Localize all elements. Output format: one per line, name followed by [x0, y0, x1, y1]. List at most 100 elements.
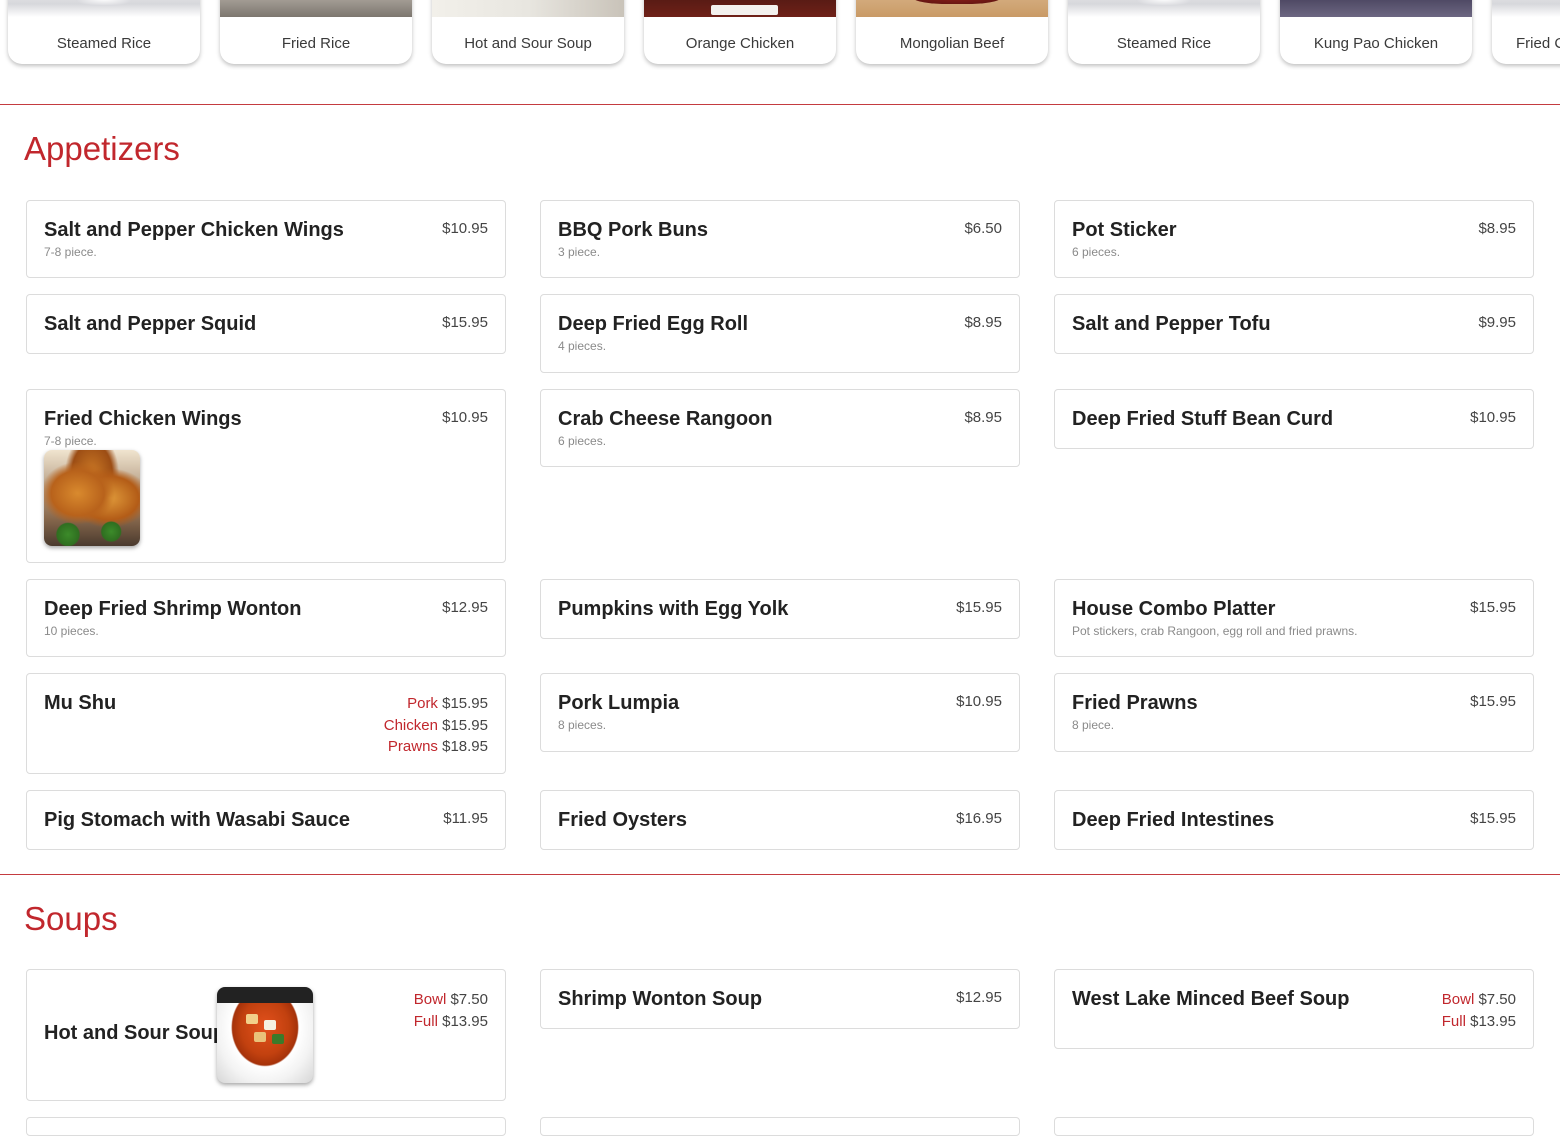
carousel-item-label: Steamed Rice — [1116, 35, 1212, 52]
price-option[interactable]: Prawns $18.95 — [384, 736, 488, 758]
menu-item[interactable]: BBQ Pork Buns 3 piece. $6.50 — [540, 200, 1020, 278]
menu-item[interactable]: Deep Fried Shrimp Wonton 10 pieces. $12.… — [26, 579, 506, 657]
item-price: $15.95 — [1470, 693, 1516, 710]
menu-item[interactable]: Mu Shu Pork $15.95 Chicken $15.95 Prawns… — [26, 673, 506, 774]
option-label: Prawns — [387, 738, 438, 755]
item-name: Salt and Pepper Squid — [44, 313, 257, 335]
carousel-item-label: Fried Rice — [281, 35, 351, 52]
menu-item[interactable]: House Combo Platter Pot stickers, crab R… — [1054, 579, 1534, 657]
menu-item[interactable]: Pig Stomach with Wasabi Sauce $11.95 — [26, 790, 506, 850]
option-price: $7.50 — [1478, 991, 1516, 1008]
menu-item[interactable]: Pot Sticker 6 pieces. $8.95 — [1054, 200, 1534, 278]
option-price: $18.95 — [442, 738, 488, 755]
menu-item[interactable]: Deep Fried Stuff Bean Curd $10.95 — [1054, 389, 1534, 449]
item-name: Hot and Sour Soup — [44, 1022, 226, 1044]
price-option[interactable]: Pork $15.95 — [384, 693, 488, 715]
price-option[interactable]: Chicken $15.95 — [384, 715, 488, 737]
item-price: $10.95 — [442, 220, 488, 237]
item-price: $10.95 — [442, 409, 488, 426]
price-option[interactable]: Full $13.95 — [1442, 1011, 1516, 1033]
item-name: Deep Fried Intestines — [1072, 809, 1275, 831]
item-price-options: Pork $15.95 Chicken $15.95 Prawns $18.95 — [384, 693, 488, 758]
item-price: $8.95 — [1478, 220, 1516, 237]
price-option[interactable]: Bowl $7.50 — [1442, 989, 1516, 1011]
option-price: $15.95 — [442, 716, 488, 734]
fried-chicken-wings-photo[interactable] — [44, 450, 140, 546]
dish-thumbnail — [8, 0, 200, 17]
item-price: $15.95 — [442, 314, 488, 331]
price-option[interactable]: Bowl $7.50 — [414, 989, 488, 1011]
carousel-item[interactable]: Orange Chicken — [644, 0, 836, 64]
item-description: 3 piece. — [558, 245, 601, 259]
menu-item[interactable]: Fried Prawns 8 piece. $15.95 — [1054, 673, 1534, 752]
item-name: Salt and Pepper Chicken Wings — [44, 219, 344, 241]
item-price: $15.95 — [1470, 810, 1516, 827]
menu-item[interactable]: Deep Fried Egg Roll 4 pieces. $8.95 — [540, 294, 1020, 373]
section-title-appetizers: Appetizers — [24, 130, 180, 167]
menu-item[interactable]: Fried Chicken Wings 7-8 piece. $10.95 — [26, 389, 506, 563]
item-price: $12.95 — [442, 599, 488, 616]
item-price: $10.95 — [1470, 409, 1516, 426]
item-name: Deep Fried Stuff Bean Curd — [1072, 408, 1334, 430]
dish-thumbnail — [220, 0, 412, 17]
item-description: 10 pieces. — [44, 624, 99, 638]
menu-item[interactable] — [26, 1117, 506, 1136]
item-description: 7-8 piece. — [44, 245, 97, 259]
option-label: Chicken — [383, 716, 438, 734]
item-name: Fried Oysters — [558, 809, 687, 831]
carousel-item[interactable]: Hot and Sour Soup — [432, 0, 624, 64]
menu-item[interactable]: Salt and Pepper Tofu $9.95 — [1054, 294, 1534, 354]
menu-item[interactable]: Salt and Pepper Chicken Wings 7-8 piece.… — [26, 200, 506, 278]
option-price: $13.95 — [1470, 1012, 1516, 1030]
carousel-item[interactable]: Steamed Rice — [8, 0, 200, 64]
item-price: $11.95 — [443, 810, 488, 827]
carousel-item[interactable]: Mongolian Beef — [856, 0, 1048, 64]
item-price: $12.95 — [956, 989, 1002, 1006]
menu-item[interactable] — [1054, 1117, 1534, 1136]
item-name: Pork Lumpia — [558, 692, 680, 714]
carousel-item[interactable]: Steamed Rice — [1068, 0, 1260, 64]
price-option[interactable]: Full $13.95 — [414, 1011, 488, 1033]
item-price: $8.95 — [964, 314, 1002, 331]
menu-item[interactable]: Crab Cheese Rangoon 6 pieces. $8.95 — [540, 389, 1020, 467]
section-divider — [0, 874, 1560, 875]
item-price-options: Bowl $7.50 Full $13.95 — [414, 989, 488, 1032]
item-description: 7-8 piece. — [44, 434, 97, 448]
option-label: Pork — [407, 695, 438, 712]
menu-item[interactable]: West Lake Minced Beef Soup Bowl $7.50 Fu… — [1054, 969, 1534, 1049]
menu-item[interactable]: Deep Fried Intestines $15.95 — [1054, 790, 1534, 850]
item-name: Fried Prawns — [1072, 692, 1198, 714]
menu-item[interactable]: Pumpkins with Egg Yolk $15.95 — [540, 579, 1020, 639]
carousel-item-label: Mongolian Beef — [899, 35, 1005, 52]
item-price: $10.95 — [956, 693, 1002, 710]
item-description: 8 pieces. — [558, 718, 607, 732]
carousel-item-label: Hot and Sour Soup — [464, 35, 592, 52]
item-price: $8.95 — [964, 409, 1002, 426]
item-name: Pot Sticker — [1072, 219, 1177, 241]
item-description: 6 pieces. — [558, 434, 607, 448]
menu-item[interactable]: Fried Oysters $16.95 — [540, 790, 1020, 850]
menu-item[interactable]: Shrimp Wonton Soup $12.95 — [540, 969, 1020, 1029]
item-name: Deep Fried Shrimp Wonton — [44, 598, 302, 620]
item-price: $9.95 — [1478, 314, 1516, 331]
option-label: Full — [1441, 1012, 1466, 1030]
menu-item[interactable] — [540, 1117, 1020, 1136]
menu-item[interactable]: Pork Lumpia 8 pieces. $10.95 — [540, 673, 1020, 752]
menu-item[interactable]: Salt and Pepper Squid $15.95 — [26, 294, 506, 354]
item-name: Salt and Pepper Tofu — [1072, 313, 1271, 335]
carousel-item[interactable]: Fried C — [1492, 0, 1560, 64]
section-divider — [0, 104, 1560, 105]
option-label: Bowl — [1441, 991, 1475, 1008]
carousel-item[interactable]: Fried Rice — [220, 0, 412, 64]
item-description: 6 pieces. — [1072, 245, 1121, 259]
carousel-item-label: Kung Pao Chicken — [1313, 35, 1439, 52]
carousel-item[interactable]: Kung Pao Chicken — [1280, 0, 1472, 64]
item-price: $15.95 — [956, 599, 1002, 616]
item-description: 8 piece. — [1072, 718, 1115, 732]
item-name: Pumpkins with Egg Yolk — [558, 598, 789, 620]
dish-thumbnail — [644, 0, 836, 17]
menu-item[interactable]: Hot and Sour Soup Bowl $7.50 Full $13.95 — [26, 969, 506, 1101]
item-name: Fried Chicken Wings — [44, 408, 242, 430]
hot-and-sour-soup-photo[interactable] — [217, 987, 313, 1083]
carousel-item-label: Fried C — [1516, 35, 1560, 52]
